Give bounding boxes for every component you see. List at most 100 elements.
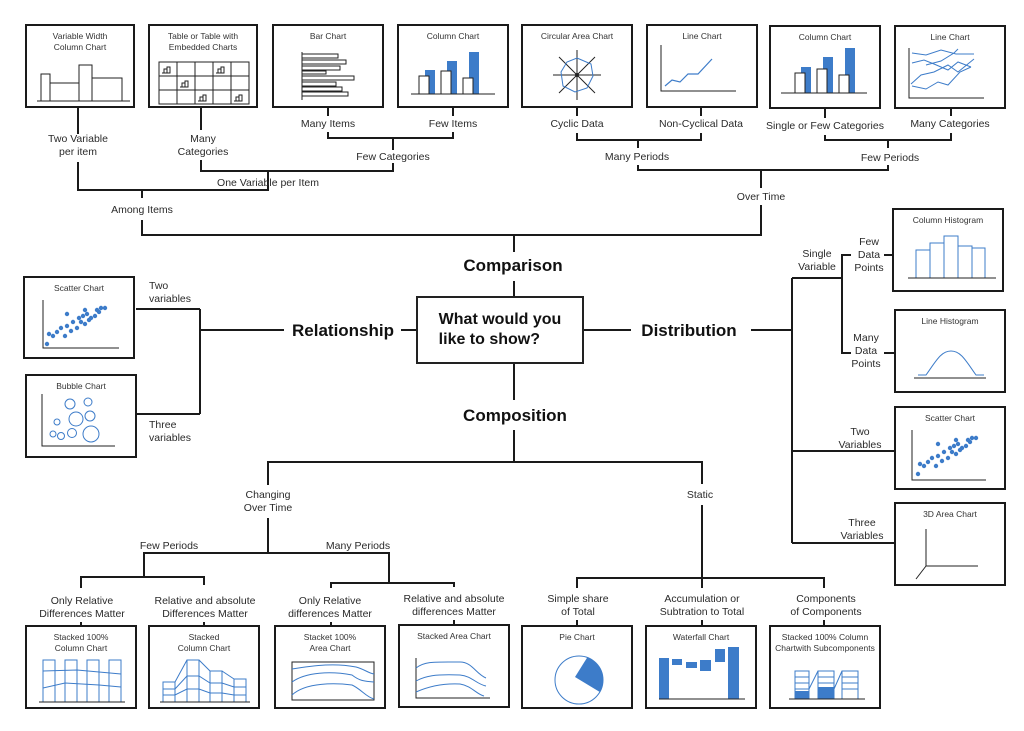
3d-axes-icon (915, 529, 978, 580)
scatter-dot (951, 443, 957, 449)
scatter-dot (925, 459, 931, 465)
chart-box-variable-width-column: Variable Width Column Chart (25, 24, 135, 108)
scatter-dot (68, 328, 74, 334)
scatter-dot (70, 319, 76, 325)
label-only-relative-few: Only Relative Differences Matter (39, 595, 125, 620)
chart-box-scatter-relationship: Scatter Chart (23, 276, 135, 359)
label-few-items: Few Items (428, 118, 478, 130)
chart-box-line-histogram: Line Histogram (894, 309, 1006, 393)
scatter-dot (973, 435, 979, 441)
scatter-dot (46, 331, 52, 337)
scatter-dot (949, 449, 955, 455)
scatter-dot (98, 305, 104, 311)
line-chart-icon (660, 45, 736, 92)
scatter-dot (82, 307, 88, 313)
scatter-dot (953, 451, 959, 457)
label-single-variable: Single Variable (798, 248, 836, 273)
scatter-dot (78, 319, 84, 325)
pie-chart-icon (554, 655, 604, 705)
chart-box-scatter-distribution: Scatter Chart (894, 406, 1006, 490)
scatter-dot (935, 453, 941, 459)
variable-width-column-icon (37, 64, 130, 102)
scatter-dot (955, 441, 961, 447)
scatter-dot (80, 313, 86, 319)
label-three-variables-dist: Three Variables (840, 517, 884, 542)
label-static: Static (686, 489, 714, 501)
chart-box-stacked-area: Stacked Area Chart (398, 624, 510, 708)
chart-box-bubble: Bubble Chart (25, 374, 137, 458)
chart-chooser-diagram: What would you like to show? Comparison … (0, 0, 1024, 731)
scatter-dot (963, 443, 969, 449)
label-relative-absolute-few: Relative and absolute Differences Matter (154, 595, 256, 620)
label-many-items: Many Items (300, 118, 356, 130)
central-question: What would you like to show? (438, 311, 562, 348)
scatter-dot (50, 333, 56, 339)
scatter-dot (58, 325, 64, 331)
label-two-variables: Two variables (149, 280, 192, 305)
label-many-periods-comp: Many Periods (325, 540, 391, 552)
stacked-100-column-icon (39, 659, 125, 703)
scatter-dot (102, 305, 108, 311)
category-composition: Composition (463, 406, 567, 425)
scatter-dot (915, 471, 921, 477)
radar-chart-icon (553, 50, 601, 100)
label-many-categories-time: Many Categories (910, 118, 990, 130)
scatter-dot (62, 333, 68, 339)
chart-box-waterfall: Waterfall Chart (645, 625, 757, 709)
label-simple-share: Simple share of Total (547, 593, 609, 618)
scatter-dot (54, 329, 60, 335)
chart-box-column-histogram: Column Histogram (892, 208, 1004, 292)
line-histogram-icon (914, 350, 986, 379)
label-few-periods-comp: Few Periods (139, 540, 199, 552)
scatter-dot (74, 325, 80, 331)
label-two-variable-per-item: Two Variable per item (48, 133, 108, 158)
label-many-data-points: Many Data Points (851, 332, 881, 370)
chart-box-line-chart-many: Line Chart (894, 25, 1006, 109)
column-chart-icon (411, 52, 495, 95)
scatter-dot (88, 315, 94, 321)
category-distribution: Distribution (641, 321, 737, 340)
scatter-dot (941, 449, 947, 455)
chart-box-stacked-column: Stacked Column Chart (148, 625, 260, 709)
scatter-dot (933, 463, 939, 469)
scatter-dot (959, 445, 965, 451)
scatter-dot (92, 313, 98, 319)
scatter-dot (94, 307, 100, 313)
stacked-100-subcomponents-icon (789, 670, 865, 700)
label-over-time: Over Time (736, 191, 786, 203)
label-changing-over-time: Changing Over Time (243, 489, 293, 514)
scatter-dot (953, 437, 959, 443)
multi-line-chart-icon (908, 48, 984, 99)
scatter-dot (921, 463, 927, 469)
label-many-categories: Many Categories (177, 133, 229, 158)
chart-box-bar-chart: Bar Chart (272, 24, 384, 108)
table-grid-icon (158, 61, 250, 105)
chart-box-circular-area: Circular Area Chart (521, 24, 633, 108)
chart-box-stacked-100-subcomponents: Stacked 100% Column Chartwith Subcompone… (769, 625, 881, 709)
label-single-or-few-categories: Single or Few Categories (766, 120, 884, 132)
label-cyclic-data: Cyclic Data (550, 118, 604, 130)
scatter-dot (939, 458, 945, 464)
scatter-dot (965, 437, 971, 443)
scatter-dot (947, 445, 953, 451)
label-few-categories: Few Categories (356, 151, 430, 163)
bubble-chart-icon (41, 394, 115, 447)
column-chart-icon (781, 48, 867, 94)
category-relationship: Relationship (291, 321, 395, 340)
scatter-dot (929, 455, 935, 461)
scatter-dot (945, 455, 951, 461)
label-accumulation: Accumulation or Subtration to Total (659, 593, 745, 618)
category-comparison: Comparison (463, 256, 563, 275)
chart-box-pie: Pie Chart (521, 625, 633, 709)
column-histogram-icon (908, 235, 996, 279)
stacked-area-icon (415, 658, 490, 699)
stacked-100-area-icon (291, 661, 375, 701)
scatter-dot (64, 323, 70, 329)
scatter-dot (64, 311, 70, 317)
label-among-items: Among Items (111, 204, 173, 216)
scatter-dot (935, 441, 941, 447)
label-only-relative-many: Only Relative differences Matter (288, 595, 372, 620)
scatter-chart-icon (911, 430, 986, 481)
label-three-variables: Three variables (149, 419, 192, 444)
label-few-data-points: Few Data Points (854, 236, 884, 274)
